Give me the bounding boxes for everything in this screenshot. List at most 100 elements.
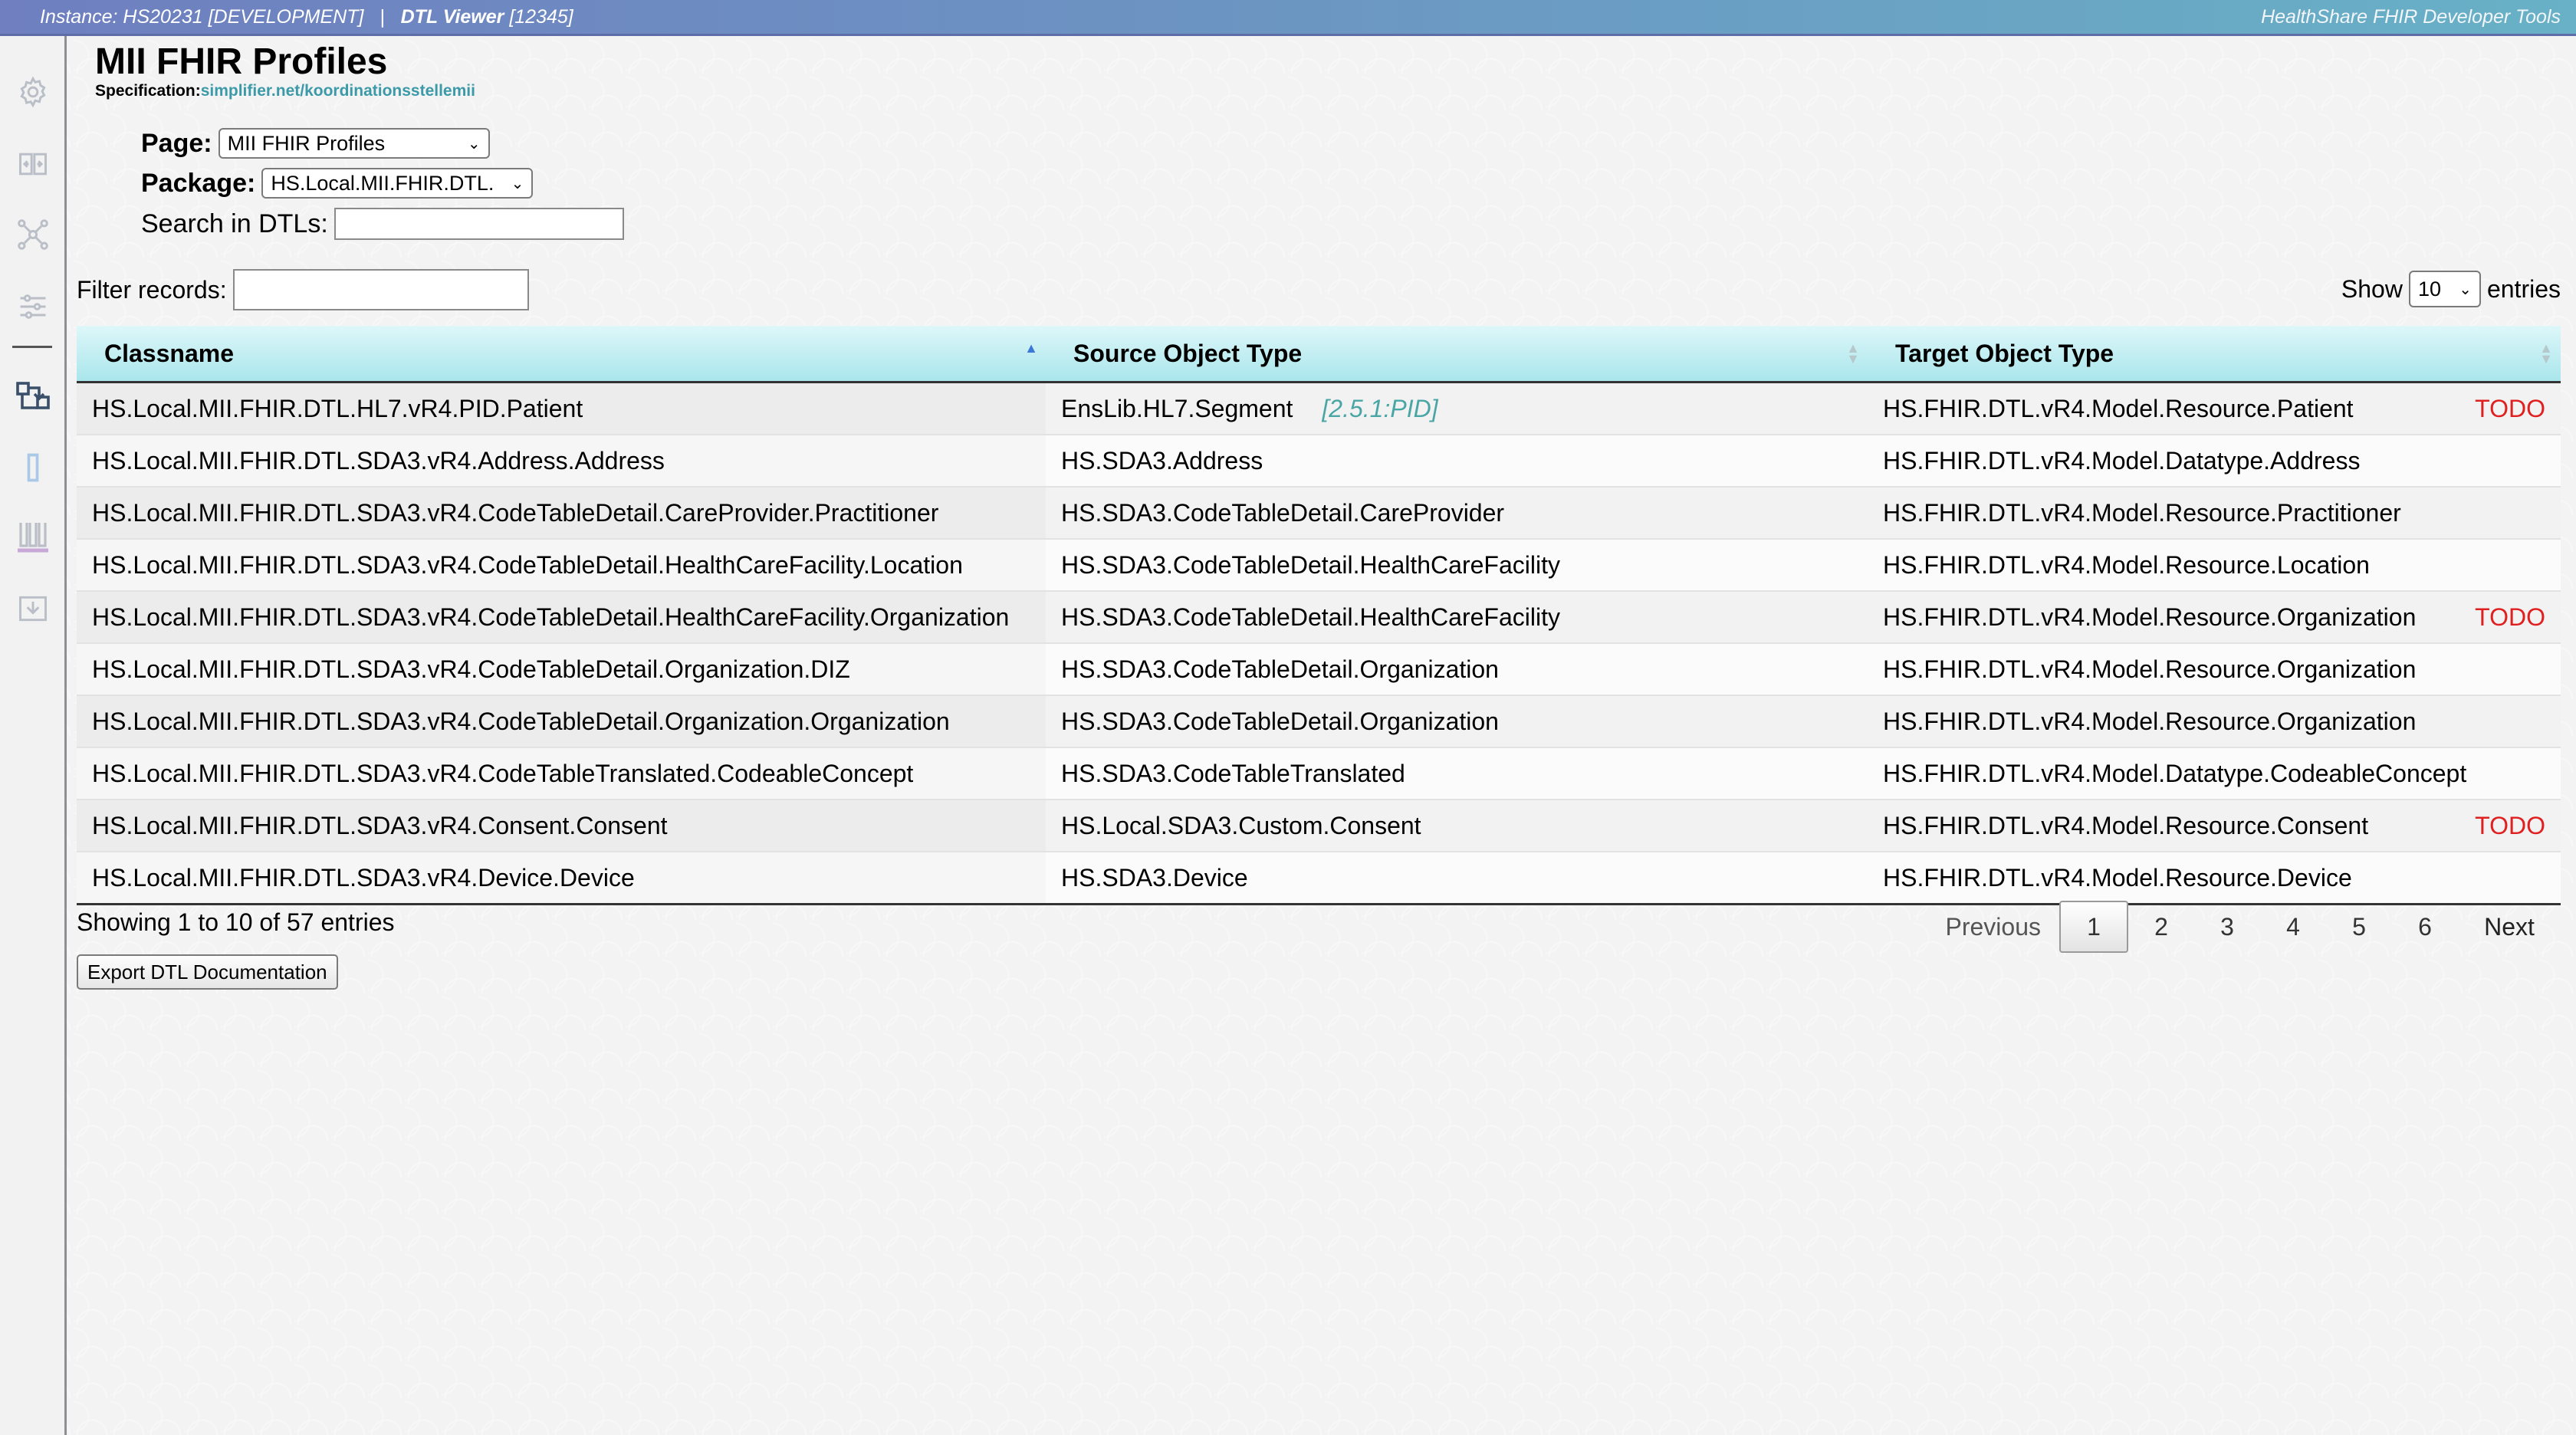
page-button-5[interactable]: 5: [2326, 902, 2392, 951]
classname-cell[interactable]: HS.Local.MII.FHIR.DTL.HL7.vR4.PID.Patien…: [77, 381, 1046, 435]
table-header-row: Classname ▲ Source Object Type ▲ ▼ Target O…: [77, 326, 2561, 383]
table-row[interactable]: HS.Local.MII.FHIR.DTL.SDA3.vR4.CodeTable…: [77, 747, 2561, 800]
page-length-value: 10: [2417, 277, 2441, 300]
target-cell: HS.FHIR.DTL.vR4.Model.Resource.Consent TO…: [1868, 799, 2561, 852]
source-cell: HS.SDA3.Address: [1046, 434, 1868, 487]
page-button-1[interactable]: 1: [2059, 901, 2128, 953]
classname-cell[interactable]: HS.Local.MII.FHIR.DTL.SDA3.vR4.CodeTable…: [77, 590, 1046, 643]
transform-icon[interactable]: [14, 376, 52, 415]
table-info: Showing 1 to 10 of 57 entries: [77, 908, 395, 936]
target-cell: HS.FHIR.DTL.vR4.Model.Resource.Practitio…: [1868, 486, 2561, 539]
table-row[interactable]: HS.Local.MII.FHIR.DTL.HL7.vR4.PID.Patien…: [77, 381, 2561, 435]
target-type: HS.FHIR.DTL.vR4.Model.Resource.Patient: [1883, 394, 2354, 422]
table-row[interactable]: HS.Local.MII.FHIR.DTL.SDA3.vR4.CodeTable…: [77, 590, 2561, 643]
column-label: Target Object Type: [1895, 339, 2114, 367]
import-icon[interactable]: [14, 589, 52, 628]
viewer-id: [12345]: [509, 6, 573, 28]
gear-icon[interactable]: [14, 73, 52, 111]
chevron-down-icon: ⌄: [2459, 281, 2472, 298]
sort-ascending-icon: ▲: [1024, 340, 1038, 356]
export-dtl-button[interactable]: Export DTL Documentation: [77, 954, 338, 990]
source-cell: HS.SDA3.CodeTableDetail.HealthCareFacili…: [1046, 590, 1868, 643]
network-icon[interactable]: [14, 215, 52, 254]
source-type: HS.SDA3.CodeTableDetail.HealthCareFacili…: [1061, 550, 1560, 579]
target-type: HS.FHIR.DTL.vR4.Model.Resource.Organizat…: [1883, 707, 2417, 735]
spec-link[interactable]: simplifier.net/koordinationsstellemii: [201, 82, 475, 100]
page-select[interactable]: MII FHIR Profiles ⌄: [218, 128, 490, 159]
source-type: HS.SDA3.Device: [1061, 863, 1248, 892]
previous-button[interactable]: Previous: [1927, 902, 2060, 951]
target-cell: HS.FHIR.DTL.vR4.Model.Resource.Device: [1868, 851, 2561, 905]
source-type: HS.Local.SDA3.Custom.Consent: [1061, 811, 1421, 839]
compare-icon[interactable]: [14, 145, 52, 183]
source-type: EnsLib.HL7.Segment: [1061, 394, 1293, 422]
table-row[interactable]: HS.Local.MII.FHIR.DTL.SDA3.vR4.CodeTable…: [77, 642, 2561, 695]
classname-cell[interactable]: HS.Local.MII.FHIR.DTL.SDA3.vR4.CodeTable…: [77, 642, 1046, 695]
instance-label: Instance: HS20231 [DEVELOPMENT]: [40, 6, 364, 28]
classname-cell[interactable]: HS.Local.MII.FHIR.DTL.SDA3.vR4.CodeTable…: [77, 747, 1046, 800]
search-label: Search in DTLs:: [141, 209, 328, 238]
page-title: MII FHIR Profiles: [95, 41, 388, 82]
next-button[interactable]: Next: [2458, 902, 2561, 951]
page-button-3[interactable]: 3: [2194, 902, 2260, 951]
page-button-4[interactable]: 4: [2260, 902, 2326, 951]
page-label: Page:: [141, 128, 212, 158]
classname-cell[interactable]: HS.Local.MII.FHIR.DTL.SDA3.vR4.Consent.C…: [77, 799, 1046, 852]
page-button-6[interactable]: 6: [2392, 902, 2458, 951]
column-header-classname[interactable]: Classname ▲: [77, 326, 1046, 383]
source-type: HS.SDA3.Address: [1061, 446, 1263, 475]
column-header-target[interactable]: Target Object Type ▲ ▼: [1868, 326, 2561, 383]
source-type: HS.SDA3.CodeTableDetail.Organization: [1061, 655, 1499, 683]
source-type: HS.SDA3.CodeTableDetail.HealthCareFacili…: [1061, 603, 1560, 631]
table-row[interactable]: HS.Local.MII.FHIR.DTL.SDA3.vR4.Device.De…: [77, 851, 2561, 905]
package-select-value: HS.Local.MII.FHIR.DTL.: [271, 171, 495, 195]
package-select[interactable]: HS.Local.MII.FHIR.DTL. ⌄: [261, 168, 534, 199]
package-row: Package: HS.Local.MII.FHIR.DTL. ⌄: [141, 168, 534, 199]
table-row[interactable]: HS.Local.MII.FHIR.DTL.SDA3.vR4.Consent.C…: [77, 799, 2561, 852]
document-icon[interactable]: [14, 448, 52, 487]
page-row: Page: MII FHIR Profiles ⌄: [141, 128, 490, 159]
source-cell: HS.Local.SDA3.Custom.Consent: [1046, 799, 1868, 852]
filter-input[interactable]: [232, 269, 529, 310]
table-row[interactable]: HS.Local.MII.FHIR.DTL.SDA3.vR4.Address.A…: [77, 434, 2561, 487]
column-header-source[interactable]: Source Object Type ▲ ▼: [1046, 326, 1868, 383]
page-length-select[interactable]: 10 ⌄: [2408, 271, 2481, 307]
classname-cell[interactable]: HS.Local.MII.FHIR.DTL.SDA3.vR4.CodeTable…: [77, 695, 1046, 747]
todo-flag: TODO: [2475, 394, 2545, 422]
segment-version: [2.5.1:PID]: [1322, 394, 1438, 422]
pagination: Previous 1 2 3 4 5 6 Next: [1927, 901, 2561, 953]
todo-flag: TODO: [2475, 603, 2545, 631]
column-label: Classname: [104, 339, 234, 367]
settings-sliders-icon[interactable]: [14, 287, 52, 326]
filter-records: Filter records:: [77, 269, 529, 310]
target-cell: HS.FHIR.DTL.vR4.Model.Datatype.Address: [1868, 434, 2561, 487]
table-row[interactable]: HS.Local.MII.FHIR.DTL.SDA3.vR4.CodeTable…: [77, 538, 2561, 591]
search-row: Search in DTLs:: [141, 208, 624, 240]
sort-both-icon: ▲ ▼: [1846, 340, 1860, 366]
classname-cell[interactable]: HS.Local.MII.FHIR.DTL.SDA3.vR4.CodeTable…: [77, 486, 1046, 539]
sort-both-icon: ▲ ▼: [2539, 340, 2553, 366]
sidebar-divider: [12, 346, 52, 348]
classname-cell[interactable]: HS.Local.MII.FHIR.DTL.SDA3.vR4.Device.De…: [77, 851, 1046, 905]
lab-icon[interactable]: [14, 517, 52, 556]
classname-cell[interactable]: HS.Local.MII.FHIR.DTL.SDA3.vR4.CodeTable…: [77, 538, 1046, 591]
show-label: Show: [2341, 274, 2403, 303]
source-cell: HS.SDA3.CodeTableTranslated: [1046, 747, 1868, 800]
source-cell: HS.SDA3.CodeTableDetail.HealthCareFacili…: [1046, 538, 1868, 591]
source-type: HS.SDA3.CodeTableDetail.Organization: [1061, 707, 1499, 735]
source-type: HS.SDA3.CodeTableDetail.CareProvider: [1061, 498, 1505, 527]
column-label: Source Object Type: [1073, 339, 1303, 367]
page-button-2[interactable]: 2: [2128, 902, 2194, 951]
dtl-table: Classname ▲ Source Object Type ▲ ▼ Target O…: [77, 326, 2561, 905]
entries-label: entries: [2486, 274, 2561, 303]
source-type: HS.SDA3.CodeTableTranslated: [1061, 759, 1405, 787]
target-type: HS.FHIR.DTL.vR4.Model.Resource.Practitio…: [1883, 498, 2401, 527]
table-row[interactable]: HS.Local.MII.FHIR.DTL.SDA3.vR4.CodeTable…: [77, 486, 2561, 539]
classname-cell[interactable]: HS.Local.MII.FHIR.DTL.SDA3.vR4.Address.A…: [77, 434, 1046, 487]
spec-label: Specification:: [95, 82, 201, 100]
target-cell: HS.FHIR.DTL.vR4.Model.Resource.Location: [1868, 538, 2561, 591]
search-dtl-input[interactable]: [334, 208, 624, 240]
target-type: HS.FHIR.DTL.vR4.Model.Resource.Location: [1883, 550, 2370, 579]
table-row[interactable]: HS.Local.MII.FHIR.DTL.SDA3.vR4.CodeTable…: [77, 695, 2561, 747]
filter-label: Filter records:: [77, 275, 227, 304]
